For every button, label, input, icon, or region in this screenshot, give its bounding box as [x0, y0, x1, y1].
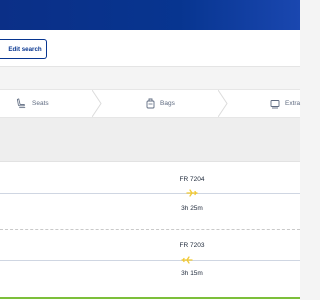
- step-seats[interactable]: Seats: [16, 90, 96, 117]
- step-separator: [92, 90, 102, 117]
- edit-search-button[interactable]: Edit search: [0, 39, 47, 59]
- step-extras[interactable]: Extra: [270, 90, 310, 117]
- plane-icon: [186, 189, 198, 197]
- step-bags[interactable]: Bags: [146, 90, 216, 117]
- divider: [0, 161, 300, 162]
- bag-icon: [146, 98, 155, 109]
- step-separator: [218, 90, 228, 117]
- search-summary-bar: Edit search: [0, 30, 300, 67]
- flight-number: FR 7203: [179, 242, 205, 249]
- top-header-bar: [0, 0, 300, 30]
- spacer: [0, 67, 300, 89]
- flights-list: FR 7204 3h 25m FR 7203 3h 15m: [0, 161, 300, 300]
- flight-duration: 3h 15m: [181, 270, 203, 277]
- flight-divider: [0, 229, 300, 230]
- step-extras-label: Extra: [285, 100, 301, 107]
- booking-steps-bar: Seats Bags Extra: [0, 89, 300, 118]
- seat-icon: [16, 98, 27, 109]
- edit-search-label: Edit search: [8, 45, 42, 53]
- extras-icon: [270, 99, 280, 109]
- section-band: [0, 118, 300, 161]
- route-line: [0, 260, 300, 261]
- flight-duration: 3h 25m: [181, 205, 203, 212]
- route-line: [0, 193, 300, 194]
- plane-icon: [181, 256, 193, 264]
- progress-indicator: [0, 297, 300, 299]
- flight-number: FR 7204: [179, 176, 205, 183]
- step-seats-label: Seats: [32, 100, 49, 107]
- step-bags-label: Bags: [160, 100, 175, 107]
